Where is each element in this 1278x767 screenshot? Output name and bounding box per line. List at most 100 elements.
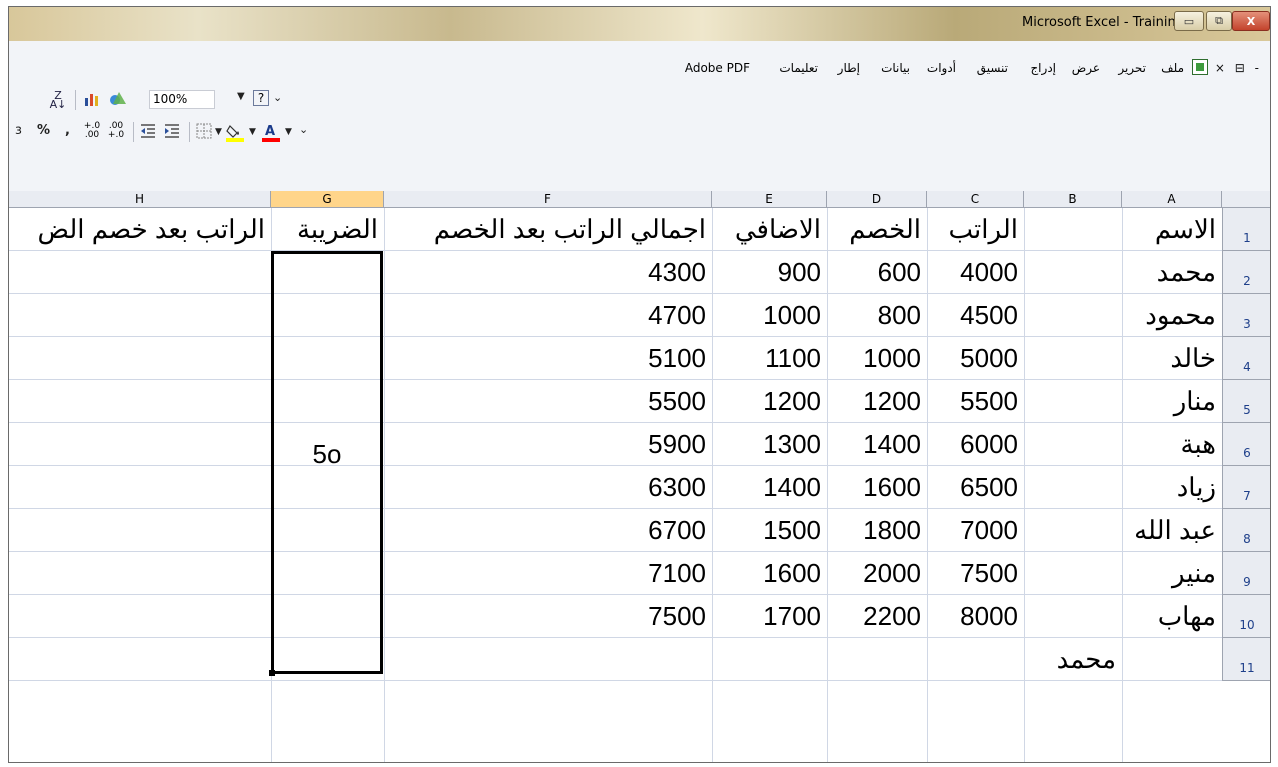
cell-extra[interactable]: 1100 [712,343,821,374]
cell-salary[interactable]: 4500 [927,300,1018,331]
cell-deduction[interactable]: 2200 [827,601,921,632]
cell-deduction[interactable]: 1000 [827,343,921,374]
cell-salary[interactable]: 8000 [927,601,1018,632]
cell-extra[interactable]: 1300 [712,429,821,460]
comma-style-button[interactable]: , [65,123,70,138]
title-bar[interactable]: Microsoft Excel - Training ▭ ⧉ X [9,7,1270,41]
cell-extra[interactable]: 900 [712,257,821,288]
header-salary[interactable]: الراتب [927,214,1018,245]
cell-extra[interactable]: 1700 [712,601,821,632]
menu-tools[interactable]: أدوات [927,61,956,75]
column-header-b[interactable]: B [1024,191,1122,208]
percent-style-button[interactable]: % [37,123,50,138]
cell-salary[interactable]: 5500 [927,386,1018,417]
cell-name[interactable]: محمد [1122,257,1216,288]
chart-wizard-icon[interactable] [83,90,101,108]
cell-deduction[interactable]: 1400 [827,429,921,460]
cell-name[interactable]: منار [1122,386,1216,417]
row-header-6[interactable]: 6 [1222,423,1270,466]
column-header-f[interactable]: F [384,191,712,208]
cell-total[interactable]: 6700 [384,515,706,546]
borders-dropdown-arrow-icon[interactable]: ▼ [215,127,222,137]
decrease-indent-icon[interactable] [139,122,157,140]
minimize-button[interactable]: ▭ [1174,11,1204,31]
menu-data[interactable]: بيانات [881,61,910,75]
header-deduction[interactable]: الخصم [827,214,921,245]
cell-g-merged[interactable]: 5o [271,439,383,470]
restore-button[interactable]: ⧉ [1206,11,1232,31]
fill-color-dropdown-arrow-icon[interactable]: ▼ [249,127,256,137]
close-button[interactable]: X [1232,11,1270,31]
document-window-controls[interactable]: × ⊟ - [1215,61,1262,75]
row-header-11[interactable]: 11 [1222,638,1270,681]
menu-adobe-pdf[interactable]: Adobe PDF [685,61,750,75]
menu-view[interactable]: عرض [1072,61,1100,75]
cell-salary[interactable]: 5000 [927,343,1018,374]
cell-deduction[interactable]: 1800 [827,515,921,546]
cell-salary[interactable]: 7500 [927,558,1018,589]
increase-indent-icon[interactable] [163,122,181,140]
row-header-7[interactable]: 7 [1222,466,1270,509]
cell-name[interactable]: هبة [1122,429,1217,460]
font-color-icon[interactable]: A [261,122,280,142]
column-header-c[interactable]: C [927,191,1024,208]
cell-salary[interactable]: 6500 [927,472,1018,503]
row-header-10[interactable]: 10 [1222,595,1270,638]
cell-name[interactable]: عبد الله [1122,515,1216,546]
cell-name[interactable]: منير [1122,558,1216,589]
toolbar-options-icon[interactable]: ⌄ [299,123,308,136]
cell-extra[interactable]: 1000 [712,300,821,331]
menu-help[interactable]: تعليمات [779,61,818,75]
cell-salary[interactable]: 4000 [927,257,1018,288]
header-net-salary[interactable]: الراتب بعد خصم الض [9,214,266,245]
increase-decimal-icon[interactable]: +.0.00 [83,122,101,140]
cell-deduction[interactable]: 2000 [827,558,921,589]
cell-deduction[interactable]: 1600 [827,472,921,503]
sort-az-icon[interactable]: Z A↓ [49,90,67,110]
menu-insert[interactable]: إدراج [1030,61,1056,75]
row-header-3[interactable]: 3 [1222,294,1270,337]
cell-b11[interactable]: محمد [1024,644,1116,675]
cell-total[interactable]: 4700 [384,300,706,331]
cell-total[interactable]: 5500 [384,386,706,417]
currency-style-icon[interactable]: ɜ [15,123,22,138]
zoom-dropdown-arrow-icon[interactable]: ▼ [237,91,245,102]
cell-salary[interactable]: 7000 [927,515,1018,546]
row-header-2[interactable]: 2 [1222,251,1270,294]
cell-total[interactable]: 4300 [384,257,706,288]
cell-total[interactable]: 5100 [384,343,706,374]
column-header-g[interactable]: G [271,191,384,208]
column-header-d[interactable]: D [827,191,927,208]
fill-color-icon[interactable] [225,122,244,142]
menu-file[interactable]: ملف [1161,61,1184,75]
cell-salary[interactable]: 6000 [927,429,1018,460]
cell-total[interactable]: 6300 [384,472,706,503]
cell-extra[interactable]: 1400 [712,472,821,503]
cell-extra[interactable]: 1500 [712,515,821,546]
borders-icon[interactable] [195,122,213,140]
menu-window[interactable]: إطار [838,61,860,75]
row-header-8[interactable]: 8 [1222,509,1270,552]
cell-deduction[interactable]: 800 [827,300,921,331]
header-tax[interactable]: الضريبة [271,214,378,245]
row-header-9[interactable]: 9 [1222,552,1270,595]
column-header-e[interactable]: E [712,191,827,208]
header-extra[interactable]: الاضافي [712,214,821,245]
help-icon[interactable]: ? [253,90,269,106]
toolbar-options-icon[interactable]: ⌄ [273,91,282,104]
fill-handle[interactable] [269,670,275,676]
cell-name[interactable]: خالد [1122,343,1216,374]
row-header-1[interactable]: 1 [1222,208,1270,251]
zoom-select[interactable]: 100% [149,90,215,109]
decrease-decimal-icon[interactable]: .00 +.0 [107,122,125,140]
cell-name[interactable]: زياد [1122,472,1216,503]
cell-name[interactable]: محمود [1122,300,1216,331]
column-header-h[interactable]: H [9,191,271,208]
header-total[interactable]: اجمالي الراتب بعد الخصم [384,214,706,245]
row-header-5[interactable]: 5 [1222,380,1270,423]
cell-deduction[interactable]: 1200 [827,386,921,417]
drawing-icon[interactable] [109,90,127,108]
cell-extra[interactable]: 1200 [712,386,821,417]
menu-format[interactable]: تنسيق [977,61,1008,75]
cell-total[interactable]: 7100 [384,558,706,589]
